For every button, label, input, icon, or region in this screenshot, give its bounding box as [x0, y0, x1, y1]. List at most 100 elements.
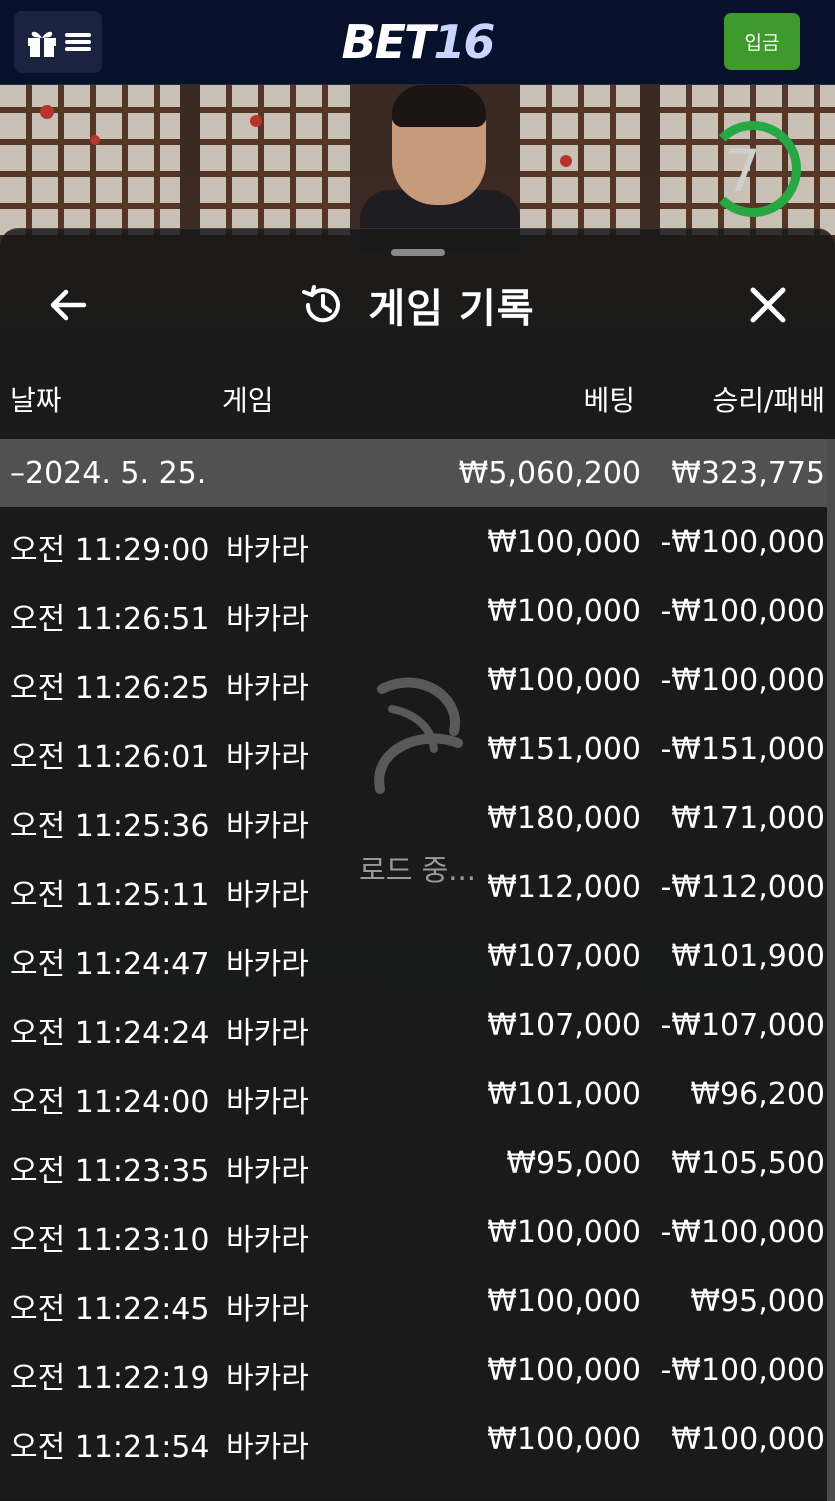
- row-time: 오전 11:25:11: [10, 878, 210, 913]
- group-date: –2024. 5. 25.: [10, 455, 207, 491]
- history-row[interactable]: 오전 11:26:51 바카라 ₩100,000 -₩100,000: [0, 582, 827, 651]
- row-result: -₩151,000: [660, 732, 825, 767]
- lattice-window-decor: [520, 85, 640, 235]
- brand-prefix: BET: [341, 15, 436, 69]
- history-row[interactable]: 오전 11:26:25 바카라 ₩100,000 -₩100,000: [0, 651, 827, 720]
- row-time: 오전 11:24:47: [10, 947, 210, 982]
- history-row[interactable]: 오전 11:22:45 바카라 ₩100,000 ₩95,000: [0, 1272, 827, 1341]
- column-header-result: 승리/패배: [712, 384, 825, 417]
- group-bet-total: ₩5,060,200: [458, 455, 641, 491]
- history-row[interactable]: 오전 11:23:35 바카라 ₩95,000 ₩105,500: [0, 1134, 827, 1203]
- row-game: 바카라: [226, 1223, 309, 1258]
- row-game: 바카라: [226, 809, 309, 844]
- blossom-decor: [40, 105, 54, 119]
- row-bet: ₩100,000: [487, 1422, 641, 1457]
- row-bet: ₩100,000: [487, 1215, 641, 1250]
- history-row[interactable]: 오전 11:21:54 바카라 ₩100,000 ₩100,000: [0, 1410, 827, 1479]
- history-row[interactable]: 오전 11:24:24 바카라 ₩107,000 -₩107,000: [0, 996, 827, 1065]
- row-result: ₩101,900: [671, 939, 825, 974]
- row-bet: ₩100,000: [487, 1353, 641, 1388]
- blossom-decor: [90, 135, 100, 145]
- row-time: 오전 11:26:25: [10, 671, 210, 706]
- row-result: -₩100,000: [660, 1215, 825, 1250]
- row-result: -₩100,000: [660, 663, 825, 698]
- row-bet: ₩100,000: [487, 525, 641, 560]
- row-bet: ₩95,000: [506, 1146, 641, 1181]
- history-row[interactable]: 오전 11:25:11 바카라 ₩112,000 -₩112,000: [0, 858, 827, 927]
- row-game: 바카라: [226, 878, 309, 913]
- scrollbar[interactable]: [827, 439, 835, 1501]
- row-time: 오전 11:22:19: [10, 1361, 210, 1396]
- column-header-date: 날짜: [10, 384, 62, 417]
- brand-number: 16: [433, 15, 495, 69]
- column-header-game: 게임: [222, 384, 274, 417]
- row-game: 바카라: [226, 947, 309, 982]
- row-bet: ₩151,000: [487, 732, 641, 767]
- column-header-bet: 베팅: [583, 384, 635, 417]
- row-bet: ₩100,000: [487, 663, 641, 698]
- history-row[interactable]: 오전 11:25:36 바카라 ₩180,000 ₩171,000: [0, 789, 827, 858]
- deposit-button[interactable]: 입금: [724, 13, 800, 70]
- close-icon[interactable]: [744, 281, 792, 329]
- row-time: 오전 11:23:10: [10, 1223, 210, 1258]
- drag-handle[interactable]: [391, 249, 445, 256]
- row-time: 오전 11:21:54: [10, 1430, 210, 1465]
- row-time: 오전 11:29:00: [10, 533, 210, 568]
- row-result: -₩100,000: [660, 525, 825, 560]
- row-game: 바카라: [226, 1292, 309, 1327]
- row-result: -₩100,000: [660, 594, 825, 629]
- row-result: -₩107,000: [660, 1008, 825, 1043]
- history-row[interactable]: 오전 11:24:00 바카라 ₩101,000 ₩96,200: [0, 1065, 827, 1134]
- top-bar: BET16 입금: [0, 0, 835, 85]
- row-game: 바카라: [226, 533, 309, 568]
- row-result: -₩100,000: [660, 1353, 825, 1388]
- lattice-window-decor: [0, 85, 180, 235]
- row-game: 바카라: [226, 1016, 309, 1051]
- dealer-hair: [392, 85, 486, 127]
- row-bet: ₩107,000: [487, 939, 641, 974]
- round-timer-value: 7: [724, 137, 761, 205]
- history-list: 오전 11:29:00 바카라 ₩100,000 -₩100,000 오전 11:26:…: [0, 513, 827, 1479]
- blossom-decor: [250, 115, 262, 127]
- history-row[interactable]: 오전 11:24:47 바카라 ₩107,000 ₩101,900: [0, 927, 827, 996]
- lattice-window-decor: [200, 85, 350, 235]
- row-time: 오전 11:25:36: [10, 809, 210, 844]
- row-game: 바카라: [226, 602, 309, 637]
- panel-title: 게임 기록: [368, 286, 535, 332]
- history-icon: [302, 285, 341, 323]
- history-row[interactable]: 오전 11:23:10 바카라 ₩100,000 -₩100,000: [0, 1203, 827, 1272]
- row-time: 오전 11:22:45: [10, 1292, 210, 1327]
- row-result: ₩96,200: [690, 1077, 825, 1112]
- row-bet: ₩100,000: [487, 1284, 641, 1319]
- row-time: 오전 11:24:00: [10, 1085, 210, 1120]
- row-result: ₩171,000: [671, 801, 825, 836]
- row-time: 오전 11:26:01: [10, 740, 210, 775]
- row-game: 바카라: [226, 740, 309, 775]
- brand-logo[interactable]: BET16: [0, 14, 835, 70]
- row-time: 오전 11:26:51: [10, 602, 210, 637]
- row-game: 바카라: [226, 1430, 309, 1465]
- row-bet: ₩107,000: [487, 1008, 641, 1043]
- row-bet: ₩180,000: [487, 801, 641, 836]
- history-row[interactable]: 오전 11:22:19 바카라 ₩100,000 -₩100,000: [0, 1341, 827, 1410]
- row-result: ₩95,000: [690, 1284, 825, 1319]
- history-row[interactable]: 오전 11:26:01 바카라 ₩151,000 -₩151,000: [0, 720, 827, 789]
- blossom-decor: [560, 155, 572, 167]
- group-result-total: ₩323,775: [671, 455, 825, 491]
- row-bet: ₩100,000: [487, 594, 641, 629]
- history-row[interactable]: 오전 11:29:00 바카라 ₩100,000 -₩100,000: [0, 513, 827, 582]
- row-bet: ₩112,000: [487, 870, 641, 905]
- row-time: 오전 11:23:35: [10, 1154, 210, 1189]
- game-history-panel: 게임 기록 날짜 게임 베팅 승리/패배 –2024. 5. 25. ₩5,06…: [0, 228, 835, 1501]
- row-result: ₩100,000: [671, 1422, 825, 1457]
- date-group-row[interactable]: –2024. 5. 25. ₩5,060,200 ₩323,775: [0, 439, 827, 507]
- row-game: 바카라: [226, 1361, 309, 1396]
- row-result: -₩112,000: [660, 870, 825, 905]
- row-game: 바카라: [226, 671, 309, 706]
- row-game: 바카라: [226, 1154, 309, 1189]
- row-time: 오전 11:24:24: [10, 1016, 210, 1051]
- panel-header: 게임 기록: [0, 273, 835, 337]
- row-game: 바카라: [226, 1085, 309, 1120]
- row-result: ₩105,500: [671, 1146, 825, 1181]
- row-bet: ₩101,000: [487, 1077, 641, 1112]
